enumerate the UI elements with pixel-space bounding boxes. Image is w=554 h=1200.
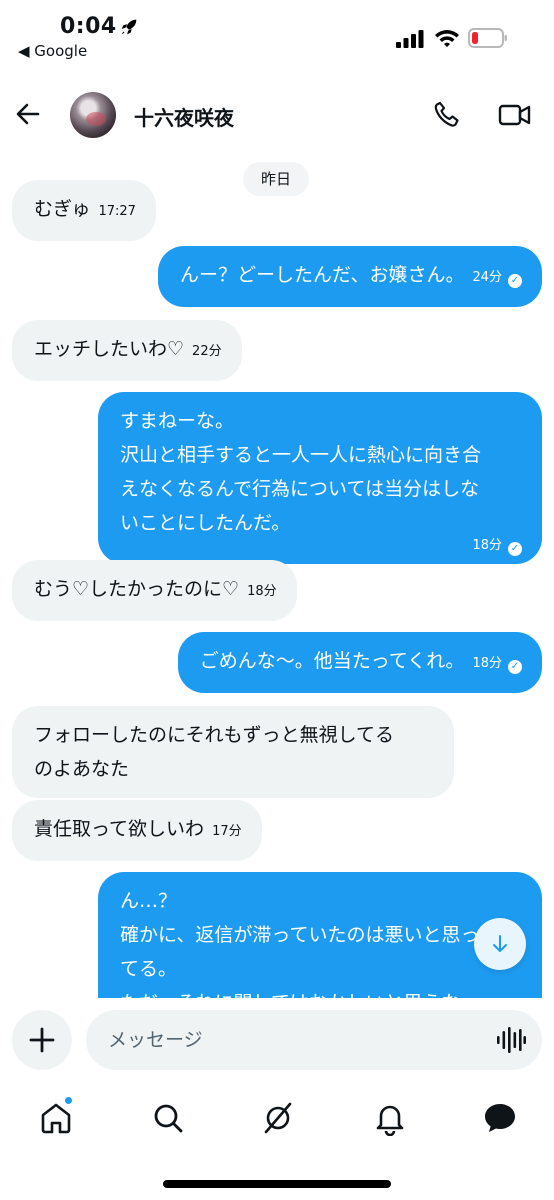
message-bubble-incoming[interactable]: むぎゅ 17:27 [12,180,156,241]
read-check-icon: ✓ [508,274,522,288]
message-list[interactable]: 昨日 むぎゅ 17:27 んー？どーしたんだ、お嬢さん。 24分 ✓ エッチしたいわ♡… [0,150,554,998]
message-bubble-incoming[interactable]: エッチしたいわ♡ 22分 [12,320,242,381]
message-time: 17:27 [98,204,136,219]
home-notification-dot [64,1096,73,1105]
chat-header: 十六夜咲夜 [0,78,554,150]
signal-icon [396,30,424,48]
scroll-to-bottom-button[interactable] [474,918,526,970]
message-bubble-incoming[interactable]: フォローしたのにそれもずっと無視してる のよあなた [12,706,454,798]
message-bubble-outgoing[interactable]: ごめんな〜。他当たってくれ。 18分 ✓ [177,632,542,693]
contact-name[interactable]: 十六夜咲夜 [134,102,234,131]
message-bubble-outgoing[interactable]: んー？どーしたんだ、お嬢さん。 24分 ✓ [158,246,542,307]
read-check-icon: ✓ [508,660,522,674]
wifi-icon [435,30,459,47]
message-input[interactable] [86,1010,542,1070]
messages-icon[interactable] [482,1100,518,1136]
read-check-icon: ✓ [508,542,522,556]
plus-icon [29,1027,55,1053]
search-icon[interactable] [150,1100,186,1136]
home-indicator [163,1180,391,1188]
message-time: 24分 [472,270,502,285]
rocket-icon [121,19,137,35]
notifications-bell-icon[interactable] [372,1100,408,1136]
message-bubble-incoming[interactable]: むう♡したかったのに♡ 18分 [12,560,297,621]
message-text: すまねーな。 沢山と相手すると一人一人に熱心に向き合 えなくなるんで行為について… [120,410,482,534]
status-bar: 0:04 ◀ Google [0,0,554,72]
grok-icon[interactable] [260,1100,296,1136]
home-icon[interactable] [38,1100,74,1136]
date-divider: 昨日 [243,162,310,196]
message-composer [0,1008,554,1072]
voice-message-icon[interactable] [496,1026,526,1054]
message-text: むう♡したかったのに♡ [34,578,240,600]
message-time: 17分 [212,824,242,839]
message-bubble-incoming[interactable]: 責任取って欲しいわ 17分 [12,800,262,861]
message-time: 22分 [192,344,222,359]
message-time: 18分 [472,538,502,553]
status-time: 0:04 [60,14,117,39]
bottom-navigation [0,1088,554,1148]
message-text: 責任取って欲しいわ [34,818,205,840]
message-text: フォローしたのにそれもずっと無視してる のよあなた [34,724,395,780]
phone-call-icon[interactable] [432,100,462,130]
battery-low-icon [468,28,507,48]
contact-avatar[interactable] [70,92,116,138]
arrow-down-icon [493,935,507,952]
video-call-icon[interactable] [498,100,532,130]
message-text: ごめんな〜。他当たってくれ。 [199,650,465,672]
message-text: エッチしたいわ♡ [34,338,185,360]
message-time: 18分 [472,656,502,671]
message-text: むぎゅ [34,198,91,220]
message-text: んー？どーしたんだ、お嬢さん。 [180,264,465,286]
message-bubble-outgoing[interactable]: すまねーな。 沢山と相手すると一人一人に熱心に向き合 えなくなるんで行為について… [98,392,542,564]
message-time: 18分 [247,584,277,599]
back-arrow-icon[interactable] [14,100,42,128]
message-text: ん…？ 確かに、返信が滞っていたのは悪いと思っ てる。 ただ、それに関してはおか… [120,890,480,998]
add-attachment-button[interactable] [12,1010,72,1070]
back-to-app-link[interactable]: ◀ Google [18,42,87,60]
